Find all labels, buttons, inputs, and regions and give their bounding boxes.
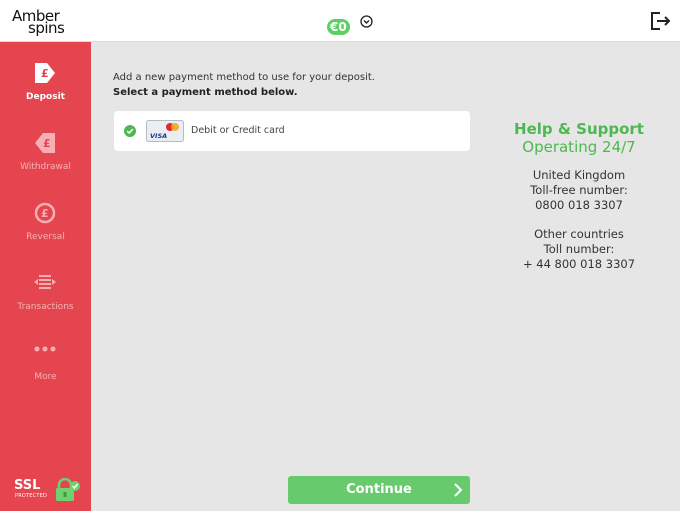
- other-phone-number[interactable]: + 44 800 018 3307: [495, 257, 663, 272]
- sidebar-item-withdrawal[interactable]: £ Withdrawal: [0, 130, 91, 190]
- ssl-protected-badge: SSL PROTECTED: [14, 478, 80, 504]
- continue-label: Continue: [346, 482, 412, 497]
- check-circle-icon: [124, 125, 136, 137]
- svg-text:£: £: [41, 67, 49, 80]
- sidebar-item-label: More: [34, 372, 57, 382]
- continue-button[interactable]: Continue: [288, 476, 470, 504]
- uk-region: United Kingdom: [532, 168, 626, 182]
- top-bar: Amber spins €0: [0, 0, 680, 42]
- credit-card-icon: VISA: [146, 120, 184, 142]
- more-dots-icon: [34, 346, 56, 352]
- withdrawal-icon: £: [35, 133, 55, 153]
- sidebar-item-label: Transactions: [17, 302, 74, 312]
- padlock-check-icon: [56, 478, 80, 501]
- logo-text-spins: spins: [28, 19, 65, 37]
- sidebar-item-deposit[interactable]: £ Deposit: [0, 60, 91, 120]
- logout-icon[interactable]: [650, 11, 672, 31]
- reversal-icon: £: [34, 202, 56, 224]
- select-method-heading: Select a payment method below.: [113, 87, 298, 98]
- sidebar: £ Deposit £ Withdrawal £ Reversal Transa…: [0, 42, 91, 511]
- chevron-right-icon: [454, 483, 463, 497]
- ssl-title: SSL: [14, 478, 41, 493]
- visa-card-text: VISA: [150, 132, 167, 140]
- help-support-panel: Help & Support Operating 24/7 United Kin…: [495, 120, 663, 272]
- intro-text: Add a new payment method to use for your…: [113, 72, 375, 83]
- sidebar-item-label: Reversal: [26, 232, 65, 242]
- uk-number-label: Toll-free number:: [530, 183, 628, 197]
- help-hours: Operating 24/7: [522, 138, 636, 156]
- deposit-intro: Add a new payment method to use for your…: [113, 70, 375, 100]
- svg-text:£: £: [43, 137, 51, 150]
- amberspins-logo[interactable]: Amber spins: [12, 7, 74, 37]
- payment-method-label: Debit or Credit card: [191, 125, 285, 136]
- other-contact: Other countries Toll number: + 44 800 01…: [495, 227, 663, 272]
- ssl-subtitle: PROTECTED: [15, 493, 47, 499]
- sidebar-item-label: Deposit: [26, 92, 65, 102]
- balance-badge[interactable]: €0: [327, 19, 350, 35]
- chevron-down-circle-icon[interactable]: [360, 15, 373, 28]
- help-title: Help & Support: [514, 120, 644, 138]
- uk-phone-number[interactable]: 0800 018 3307: [495, 198, 663, 213]
- sidebar-item-transactions[interactable]: Transactions: [0, 270, 91, 330]
- other-number-label: Toll number:: [543, 242, 615, 256]
- svg-text:£: £: [41, 207, 49, 220]
- payment-method-card-option[interactable]: VISA Debit or Credit card: [114, 111, 470, 151]
- sidebar-item-label: Withdrawal: [20, 162, 71, 172]
- other-region: Other countries: [534, 227, 624, 241]
- uk-contact: United Kingdom Toll-free number: 0800 01…: [495, 168, 663, 213]
- sidebar-item-more[interactable]: More: [0, 340, 91, 400]
- transactions-icon: [34, 275, 56, 289]
- deposit-icon: £: [35, 63, 55, 83]
- sidebar-item-reversal[interactable]: £ Reversal: [0, 200, 91, 260]
